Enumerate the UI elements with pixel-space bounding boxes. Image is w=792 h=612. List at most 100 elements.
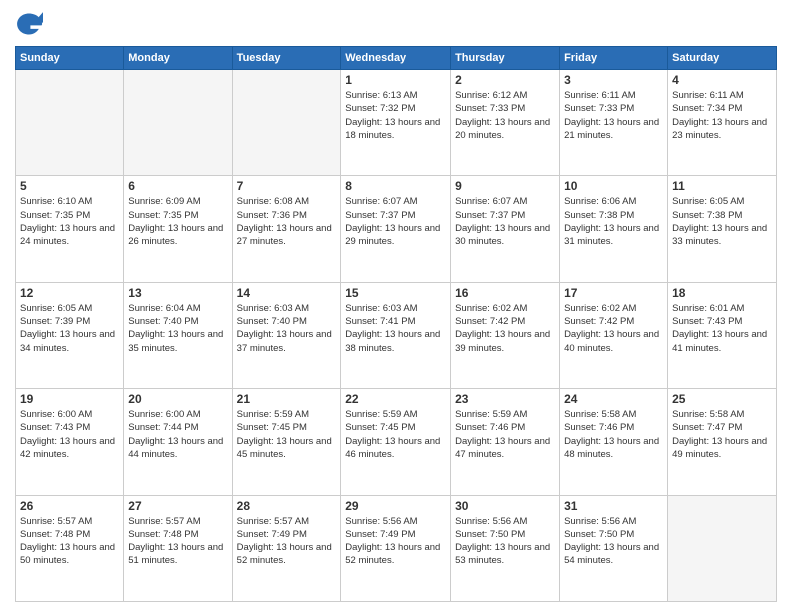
- day-info: Sunrise: 5:56 AMSunset: 7:49 PMDaylight:…: [345, 515, 446, 568]
- day-info: Sunrise: 5:56 AMSunset: 7:50 PMDaylight:…: [455, 515, 555, 568]
- day-number: 6: [128, 179, 227, 193]
- day-number: 24: [564, 392, 663, 406]
- day-info: Sunrise: 6:01 AMSunset: 7:43 PMDaylight:…: [672, 302, 772, 355]
- calendar-cell: 19 Sunrise: 6:00 AMSunset: 7:43 PMDayligh…: [16, 389, 124, 495]
- day-number: 23: [455, 392, 555, 406]
- day-header-monday: Monday: [124, 47, 232, 70]
- day-info: Sunrise: 5:58 AMSunset: 7:46 PMDaylight:…: [564, 408, 663, 461]
- day-info: Sunrise: 5:57 AMSunset: 7:48 PMDaylight:…: [128, 515, 227, 568]
- week-row-5: 26 Sunrise: 5:57 AMSunset: 7:48 PMDayligh…: [16, 495, 777, 601]
- calendar-cell: [668, 495, 777, 601]
- calendar-cell: 29 Sunrise: 5:56 AMSunset: 7:49 PMDayligh…: [341, 495, 451, 601]
- calendar-cell: 10Sunrise: 6:06 AMSunset: 7:38 PMDayligh…: [560, 176, 668, 282]
- day-number: 5: [20, 179, 119, 193]
- calendar-cell: 14Sunrise: 6:03 AMSunset: 7:40 PMDayligh…: [232, 282, 341, 388]
- day-info: Sunrise: 5:59 AMSunset: 7:46 PMDaylight:…: [455, 408, 555, 461]
- day-info: Sunrise: 6:07 AMSunset: 7:37 PMDaylight:…: [455, 195, 555, 248]
- day-number: 30: [455, 499, 555, 513]
- day-header-wednesday: Wednesday: [341, 47, 451, 70]
- calendar-cell: 25 Sunrise: 5:58 AMSunset: 7:47 PMDayligh…: [668, 389, 777, 495]
- day-number: 15: [345, 286, 446, 300]
- day-header-saturday: Saturday: [668, 47, 777, 70]
- day-number: 8: [345, 179, 446, 193]
- day-info: Sunrise: 6:13 AMSunset: 7:32 PMDaylight:…: [345, 89, 446, 142]
- calendar: SundayMondayTuesdayWednesdayThursdayFrid…: [15, 46, 777, 602]
- week-row-2: 5 Sunrise: 6:10 AMSunset: 7:35 PMDaylight…: [16, 176, 777, 282]
- calendar-cell: 13 Sunrise: 6:04 AMSunset: 7:40 PMDayligh…: [124, 282, 232, 388]
- day-info: Sunrise: 6:00 AMSunset: 7:43 PMDaylight:…: [20, 408, 119, 461]
- header: [15, 10, 777, 38]
- day-header-friday: Friday: [560, 47, 668, 70]
- day-number: 4: [672, 73, 772, 87]
- day-number: 3: [564, 73, 663, 87]
- day-info: Sunrise: 6:04 AMSunset: 7:40 PMDaylight:…: [128, 302, 227, 355]
- day-header-thursday: Thursday: [451, 47, 560, 70]
- day-info: Sunrise: 6:11 AMSunset: 7:33 PMDaylight:…: [564, 89, 663, 142]
- calendar-cell: 31 Sunrise: 5:56 AMSunset: 7:50 PMDayligh…: [560, 495, 668, 601]
- day-number: 22: [345, 392, 446, 406]
- day-info: Sunrise: 6:05 AMSunset: 7:38 PMDaylight:…: [672, 195, 772, 248]
- day-number: 7: [237, 179, 337, 193]
- day-number: 29: [345, 499, 446, 513]
- day-number: 9: [455, 179, 555, 193]
- day-info: Sunrise: 6:12 AMSunset: 7:33 PMDaylight:…: [455, 89, 555, 142]
- day-number: 14: [237, 286, 337, 300]
- calendar-cell: 3 Sunrise: 6:11 AMSunset: 7:33 PMDaylight…: [560, 70, 668, 176]
- day-info: Sunrise: 6:02 AMSunset: 7:42 PMDaylight:…: [564, 302, 663, 355]
- day-info: Sunrise: 6:10 AMSunset: 7:35 PMDaylight:…: [20, 195, 119, 248]
- calendar-cell: 22Sunrise: 5:59 AMSunset: 7:45 PMDayligh…: [341, 389, 451, 495]
- calendar-cell: 20 Sunrise: 6:00 AMSunset: 7:44 PMDayligh…: [124, 389, 232, 495]
- day-info: Sunrise: 6:07 AMSunset: 7:37 PMDaylight:…: [345, 195, 446, 248]
- day-header-sunday: Sunday: [16, 47, 124, 70]
- page: SundayMondayTuesdayWednesdayThursdayFrid…: [0, 0, 792, 612]
- day-info: Sunrise: 6:08 AMSunset: 7:36 PMDaylight:…: [237, 195, 337, 248]
- day-number: 1: [345, 73, 446, 87]
- day-number: 12: [20, 286, 119, 300]
- calendar-cell: 26Sunrise: 5:57 AMSunset: 7:48 PMDayligh…: [16, 495, 124, 601]
- calendar-cell: [124, 70, 232, 176]
- day-number: 21: [237, 392, 337, 406]
- calendar-cell: 30 Sunrise: 5:56 AMSunset: 7:50 PMDayligh…: [451, 495, 560, 601]
- calendar-cell: 7 Sunrise: 6:08 AMSunset: 7:36 PMDaylight…: [232, 176, 341, 282]
- day-number: 26: [20, 499, 119, 513]
- calendar-cell: 17 Sunrise: 6:02 AMSunset: 7:42 PMDayligh…: [560, 282, 668, 388]
- week-row-3: 12 Sunrise: 6:05 AMSunset: 7:39 PMDayligh…: [16, 282, 777, 388]
- calendar-cell: 4 Sunrise: 6:11 AMSunset: 7:34 PMDaylight…: [668, 70, 777, 176]
- calendar-cell: 28 Sunrise: 5:57 AMSunset: 7:49 PMDayligh…: [232, 495, 341, 601]
- day-info: Sunrise: 6:06 AMSunset: 7:38 PMDaylight:…: [564, 195, 663, 248]
- day-number: 19: [20, 392, 119, 406]
- calendar-cell: 18 Sunrise: 6:01 AMSunset: 7:43 PMDayligh…: [668, 282, 777, 388]
- calendar-cell: 5 Sunrise: 6:10 AMSunset: 7:35 PMDaylight…: [16, 176, 124, 282]
- day-info: Sunrise: 6:11 AMSunset: 7:34 PMDaylight:…: [672, 89, 772, 142]
- day-info: Sunrise: 6:03 AMSunset: 7:41 PMDaylight:…: [345, 302, 446, 355]
- calendar-cell: 12 Sunrise: 6:05 AMSunset: 7:39 PMDayligh…: [16, 282, 124, 388]
- day-info: Sunrise: 6:00 AMSunset: 7:44 PMDaylight:…: [128, 408, 227, 461]
- day-info: Sunrise: 6:02 AMSunset: 7:42 PMDaylight:…: [455, 302, 555, 355]
- calendar-cell: 23 Sunrise: 5:59 AMSunset: 7:46 PMDayligh…: [451, 389, 560, 495]
- day-number: 16: [455, 286, 555, 300]
- calendar-cell: 21 Sunrise: 5:59 AMSunset: 7:45 PMDayligh…: [232, 389, 341, 495]
- day-number: 13: [128, 286, 227, 300]
- calendar-cell: 6 Sunrise: 6:09 AMSunset: 7:35 PMDaylight…: [124, 176, 232, 282]
- day-info: Sunrise: 6:09 AMSunset: 7:35 PMDaylight:…: [128, 195, 227, 248]
- day-number: 18: [672, 286, 772, 300]
- calendar-cell: 15 Sunrise: 6:03 AMSunset: 7:41 PMDayligh…: [341, 282, 451, 388]
- day-number: 17: [564, 286, 663, 300]
- calendar-body: 1 Sunrise: 6:13 AMSunset: 7:32 PMDaylight…: [16, 70, 777, 602]
- calendar-cell: 11Sunrise: 6:05 AMSunset: 7:38 PMDayligh…: [668, 176, 777, 282]
- calendar-cell: 24 Sunrise: 5:58 AMSunset: 7:46 PMDayligh…: [560, 389, 668, 495]
- day-header-tuesday: Tuesday: [232, 47, 341, 70]
- day-number: 20: [128, 392, 227, 406]
- day-info: Sunrise: 6:05 AMSunset: 7:39 PMDaylight:…: [20, 302, 119, 355]
- day-number: 27: [128, 499, 227, 513]
- day-number: 31: [564, 499, 663, 513]
- week-row-4: 19 Sunrise: 6:00 AMSunset: 7:43 PMDayligh…: [16, 389, 777, 495]
- day-number: 2: [455, 73, 555, 87]
- calendar-cell: 9 Sunrise: 6:07 AMSunset: 7:37 PMDaylight…: [451, 176, 560, 282]
- day-info: Sunrise: 5:57 AMSunset: 7:49 PMDaylight:…: [237, 515, 337, 568]
- day-info: Sunrise: 5:58 AMSunset: 7:47 PMDaylight:…: [672, 408, 772, 461]
- day-info: Sunrise: 5:59 AMSunset: 7:45 PMDaylight:…: [237, 408, 337, 461]
- day-info: Sunrise: 5:56 AMSunset: 7:50 PMDaylight:…: [564, 515, 663, 568]
- day-number: 28: [237, 499, 337, 513]
- day-number: 25: [672, 392, 772, 406]
